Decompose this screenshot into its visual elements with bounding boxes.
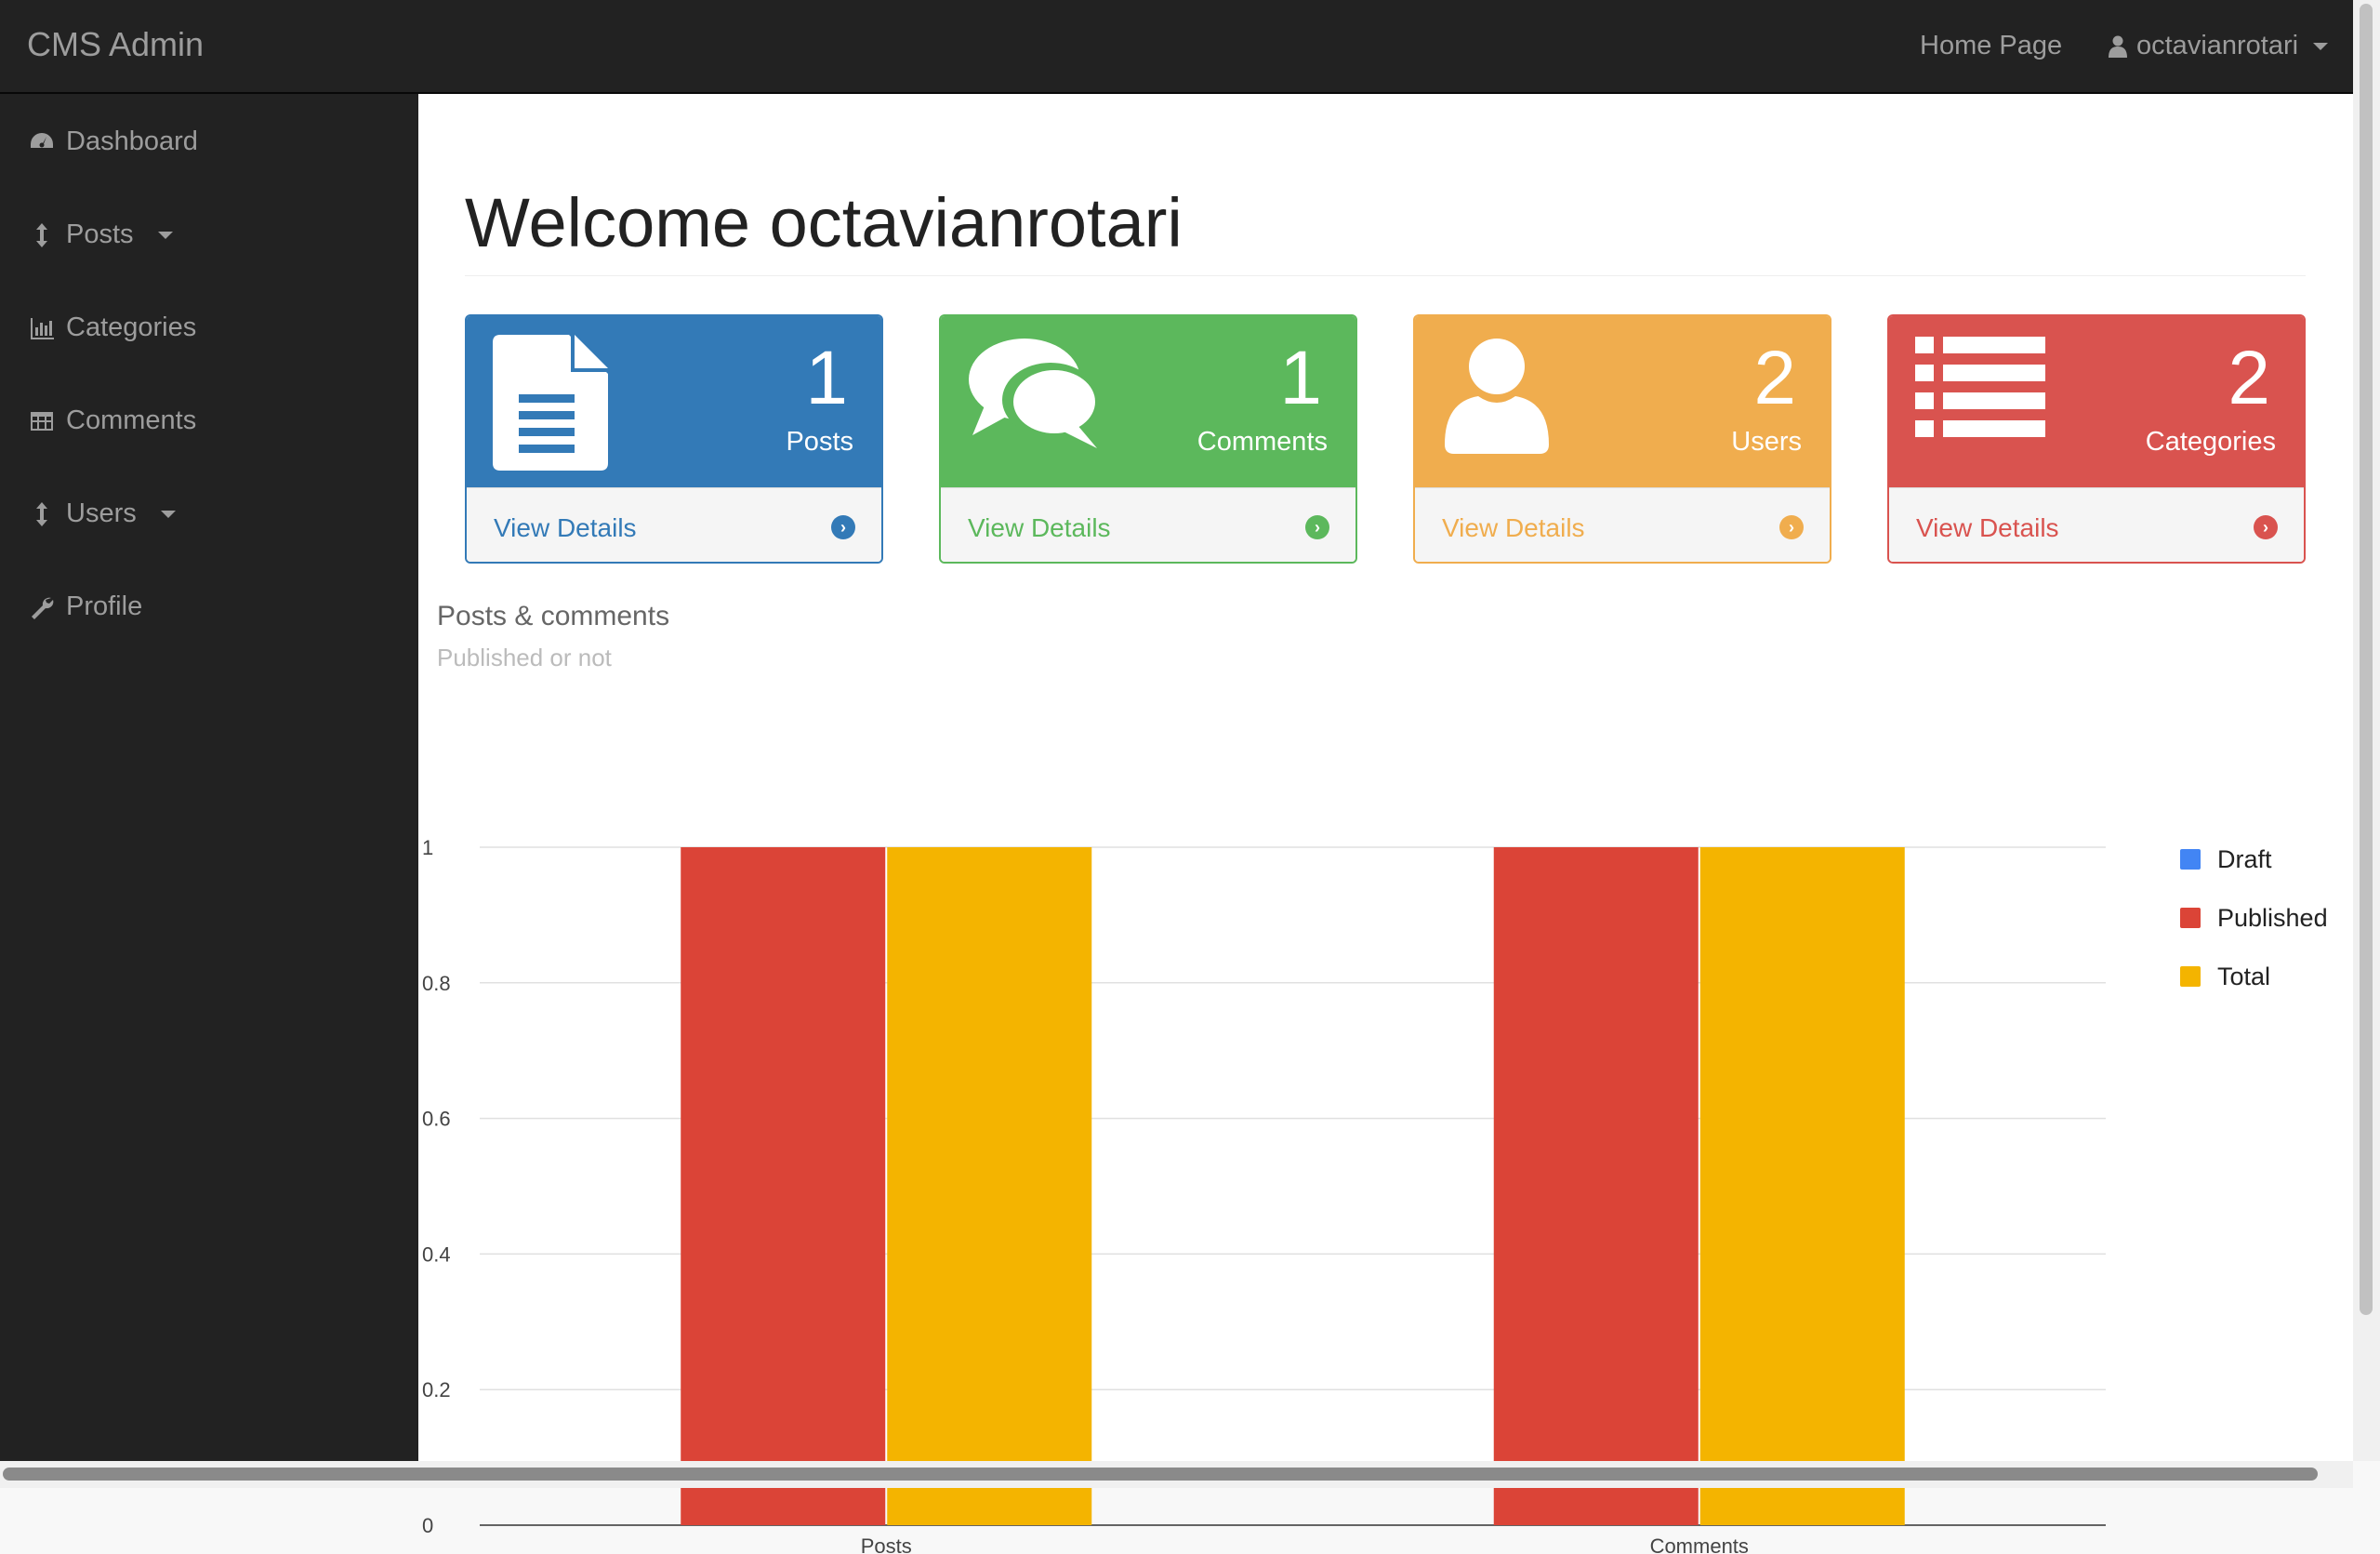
x-tick-label: Posts [861, 1534, 912, 1554]
legend-label-published: Published [2217, 904, 2328, 932]
posts-label: Posts [786, 427, 853, 457]
chart-subtitle: Published or not [437, 644, 612, 671]
legend-swatch-total [2180, 966, 2201, 987]
vertical-scrollbar[interactable] [2353, 0, 2380, 1461]
sidebar-item-label: Posts [66, 219, 134, 249]
legend-label-draft: Draft [2217, 845, 2272, 873]
vertical-arrows-icon [36, 501, 47, 526]
posts-panel: 1 Posts View Details › [465, 314, 883, 564]
brand-link[interactable]: CMS Admin [27, 25, 204, 64]
file-icon [493, 335, 608, 471]
horizontal-scrollbar-thumb[interactable] [3, 1468, 2318, 1481]
users-label: Users [1731, 427, 1802, 457]
bar-chart-icon [31, 317, 54, 339]
sidebar-item-label: Comments [66, 405, 197, 435]
comments-label: Comments [1197, 427, 1328, 457]
y-tick-label: 0.4 [422, 1242, 451, 1266]
top-navbar: CMS Admin Home Page octavianrotari [0, 0, 2353, 94]
x-tick-label: Comments [1650, 1534, 1749, 1554]
user-icon [2109, 35, 2127, 58]
posts-view-details[interactable]: View Details › [467, 487, 881, 562]
arrow-circle-right-icon: › [1305, 515, 1329, 539]
arrow-circle-right-icon: › [1779, 515, 1804, 539]
categories-label: Categories [2145, 427, 2276, 457]
categories-view-details[interactable]: View Details › [1889, 487, 2304, 562]
comments-count: 1 [1279, 336, 1322, 420]
posts-panel-heading: 1 Posts [467, 316, 881, 487]
view-details-link[interactable]: View Details [1916, 513, 2059, 543]
sidebar-item-users[interactable]: Users [29, 498, 176, 529]
arrow-circle-right-icon: › [831, 515, 855, 539]
users-panel-heading: 2 Users [1415, 316, 1830, 487]
y-tick-label: 0.8 [422, 972, 451, 995]
posts-count: 1 [805, 336, 848, 420]
user-menu[interactable]: octavianrotari [2109, 31, 2329, 61]
chart-title: Posts & comments [437, 601, 670, 631]
bar-published-posts [681, 847, 886, 1525]
bar-total-comments [1699, 847, 1905, 1525]
categories-count: 2 [2228, 336, 2270, 420]
list-icon [1915, 337, 2045, 437]
posts-comments-chart: 0 0.2 0.4 0.6 0.8 1 Posts Comments Draft Publishe… [422, 836, 2328, 1554]
comments-panel: 1 Comments View Details › [939, 314, 1357, 564]
caret-down-icon [2313, 42, 2329, 50]
sidebar-item-categories[interactable]: Categories [29, 312, 196, 343]
legend-label-total: Total [2217, 963, 2270, 990]
arrow-circle-right-icon: › [2254, 515, 2278, 539]
view-details-link[interactable]: View Details [1442, 513, 1585, 543]
table-icon [31, 411, 53, 431]
sidebar-item-label: Dashboard [66, 126, 198, 156]
dashboard-icon [31, 132, 53, 148]
y-tick-label: 0.2 [422, 1378, 451, 1401]
wrench-icon [32, 597, 54, 619]
legend-swatch-published [2180, 908, 2201, 928]
sidebar-item-label: Categories [66, 312, 197, 342]
view-details-link[interactable]: View Details [968, 513, 1111, 543]
main-content: Welcome octavianrotari 1 Posts View Deta… [418, 94, 2353, 1554]
bar-published-comments [1493, 847, 1699, 1525]
bar-total-posts [887, 847, 1092, 1525]
categories-panel: 2 Categories View Details › [1887, 314, 2306, 564]
caret-down-icon [157, 231, 173, 239]
vertical-arrows-icon [36, 222, 47, 247]
users-count: 2 [1753, 336, 1796, 420]
sidebar-item-comments[interactable]: Comments [29, 405, 196, 436]
user-menu-label: octavianrotari [2136, 31, 2299, 60]
legend-swatch-draft [2180, 849, 2201, 870]
comments-view-details[interactable]: View Details › [941, 487, 1355, 562]
sidebar-item-label: Users [66, 498, 137, 528]
y-tick-label: 0.6 [422, 1108, 451, 1131]
comments-icon [969, 339, 1099, 448]
title-divider [465, 275, 2306, 276]
view-details-link[interactable]: View Details [494, 513, 637, 543]
users-view-details[interactable]: View Details › [1415, 487, 1830, 562]
categories-panel-heading: 2 Categories [1889, 316, 2304, 487]
page-title: Welcome octavianrotari [465, 184, 1183, 261]
user-icon [1445, 339, 1549, 454]
comments-panel-heading: 1 Comments [941, 316, 1355, 487]
y-tick-label: 1 [422, 836, 433, 859]
caret-down-icon [160, 510, 176, 518]
home-page-link[interactable]: Home Page [1920, 31, 2062, 61]
y-tick-label: 0 [422, 1514, 433, 1537]
sidebar-item-posts[interactable]: Posts [29, 219, 173, 250]
sidebar-item-dashboard[interactable]: Dashboard [29, 126, 198, 157]
sidebar-item-label: Profile [66, 591, 143, 621]
horizontal-scrollbar[interactable] [0, 1461, 2353, 1488]
users-panel: 2 Users View Details › [1413, 314, 1831, 564]
sidebar-item-profile[interactable]: Profile [29, 591, 142, 622]
sidebar: Dashboard Posts Categories Comments User… [0, 94, 418, 1461]
vertical-scrollbar-thumb[interactable] [2360, 4, 2373, 1315]
